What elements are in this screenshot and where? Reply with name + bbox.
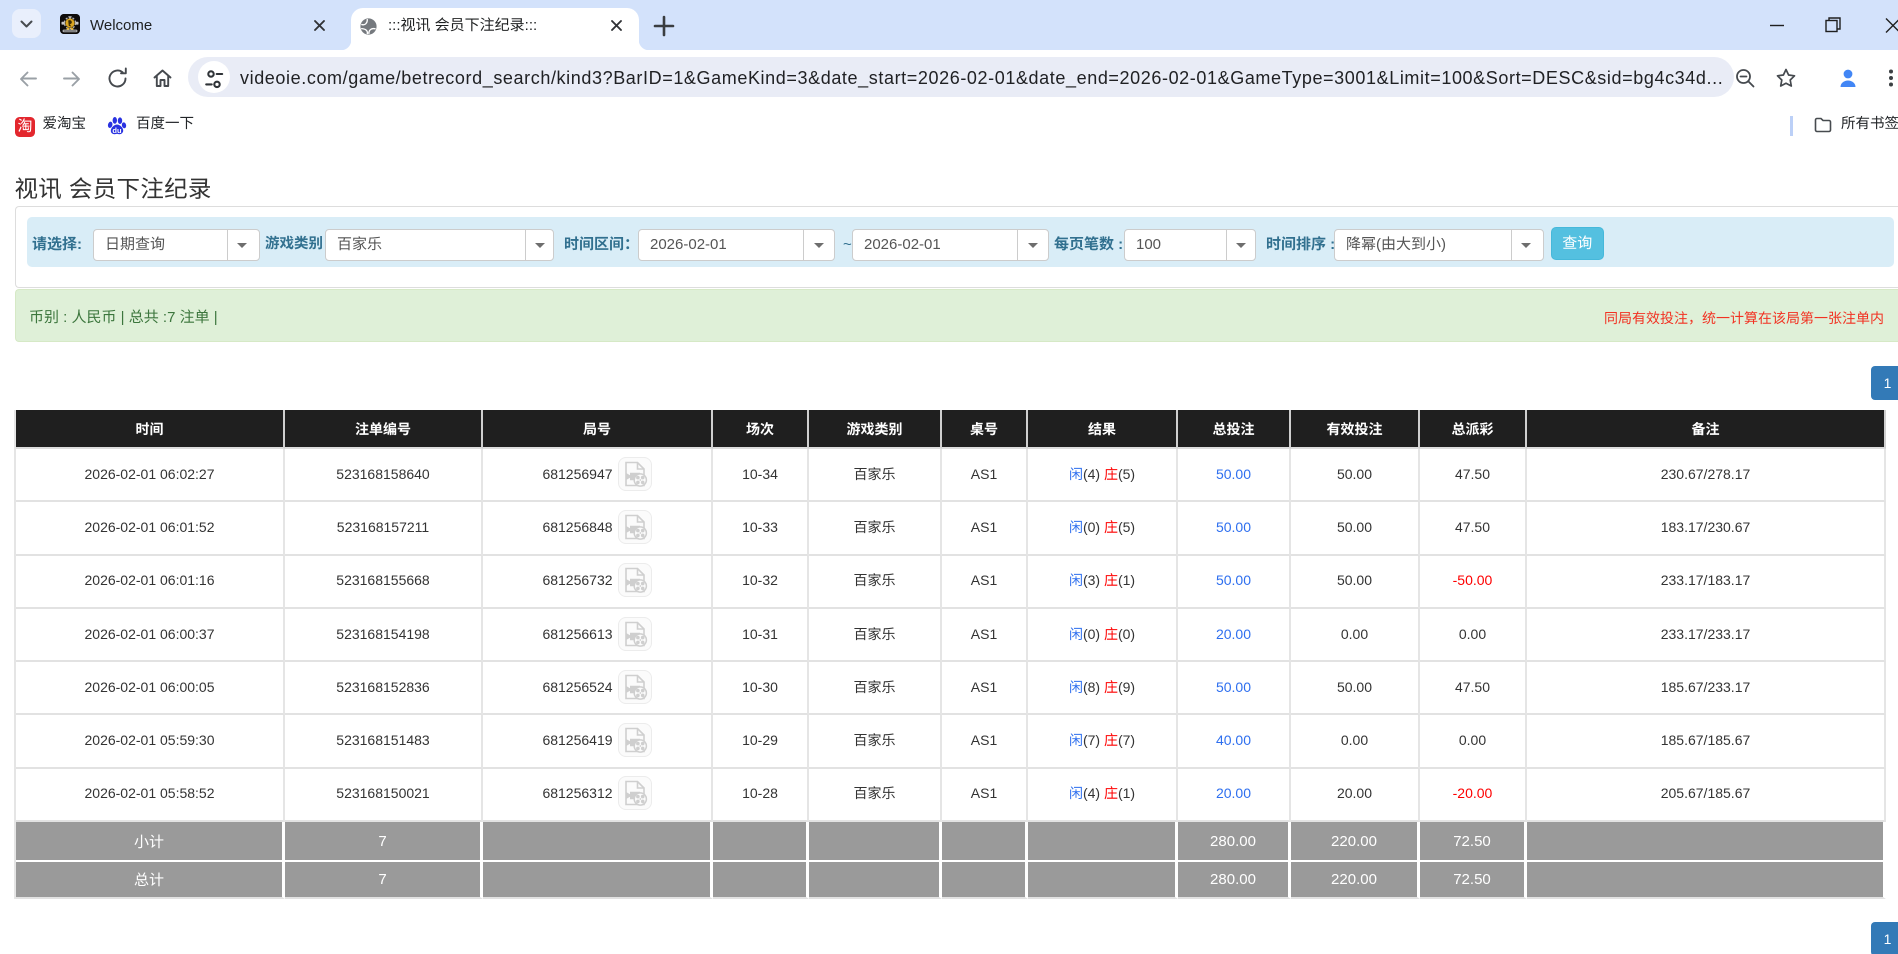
svg-text:du: du <box>112 126 122 135</box>
